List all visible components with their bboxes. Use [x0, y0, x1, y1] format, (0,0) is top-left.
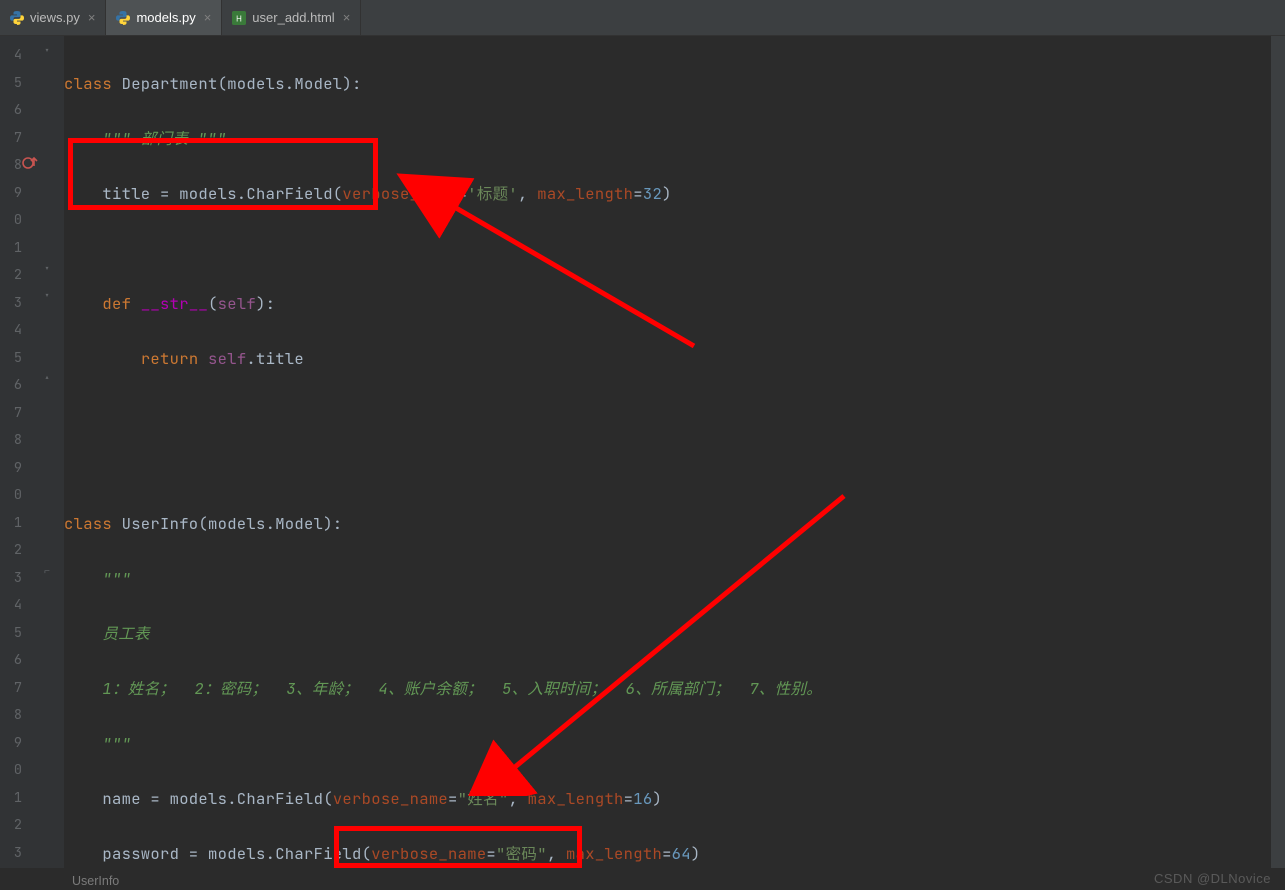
tab-models-py[interactable]: models.py ×: [106, 0, 222, 35]
override-icon[interactable]: [22, 154, 38, 170]
fold-indicator-icon[interactable]: ▾: [44, 262, 58, 276]
svg-text:H: H: [236, 14, 242, 23]
html-file-icon: H: [232, 11, 246, 25]
close-icon[interactable]: ×: [202, 10, 214, 25]
line-number-gutter: 4 5 6 7 8 9 0 1 2 3 4 5 6 7 8 9 0 1 2 3 …: [0, 36, 40, 868]
breadcrumb: UserInfo: [72, 874, 119, 888]
tab-label: user_add.html: [252, 10, 334, 25]
python-file-icon: [116, 11, 130, 25]
fold-indicator-icon[interactable]: ▾: [44, 44, 58, 58]
close-icon[interactable]: ×: [341, 10, 353, 25]
fold-indicator-icon[interactable]: ▴: [44, 371, 58, 385]
python-file-icon: [10, 11, 24, 25]
fold-column: ▾ ▾ ▾ ▴ ⌐: [40, 36, 64, 868]
code-editor[interactable]: class Department(models.Model): """ 部门表 …: [64, 36, 1285, 868]
vertical-scrollbar[interactable]: [1271, 36, 1285, 868]
tab-label: views.py: [30, 10, 80, 25]
tab-user-add-html[interactable]: H user_add.html ×: [222, 0, 361, 35]
close-icon[interactable]: ×: [86, 10, 98, 25]
editor-tab-bar: views.py × models.py × H user_add.html ×: [0, 0, 1285, 36]
tab-label: models.py: [136, 10, 195, 25]
tab-views-py[interactable]: views.py ×: [0, 0, 106, 35]
watermark: CSDN @DLNovice: [1154, 871, 1271, 886]
fold-indicator-icon[interactable]: ▾: [44, 289, 58, 303]
fold-indicator-icon[interactable]: ⌐: [44, 564, 58, 578]
editor-area: 4 5 6 7 8 9 0 1 2 3 4 5 6 7 8 9 0 1 2 3 …: [0, 36, 1285, 868]
